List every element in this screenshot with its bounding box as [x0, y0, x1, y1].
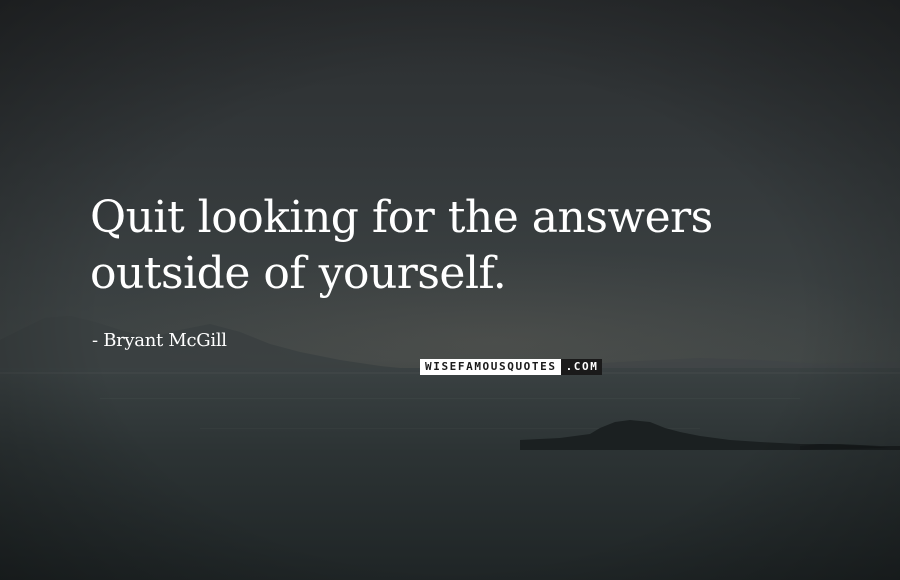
quote-card: Quit looking for the answers outside of …: [0, 0, 900, 580]
quote-author: - Bryant McGill: [92, 330, 227, 351]
site-watermark: WISEFAMOUSQUOTES .COM: [420, 359, 603, 375]
watermark-brand: WISEFAMOUSQUOTES: [420, 359, 561, 375]
quote-text: Quit looking for the answers outside of …: [90, 192, 713, 299]
watermark-suffix: .COM: [560, 359, 603, 375]
